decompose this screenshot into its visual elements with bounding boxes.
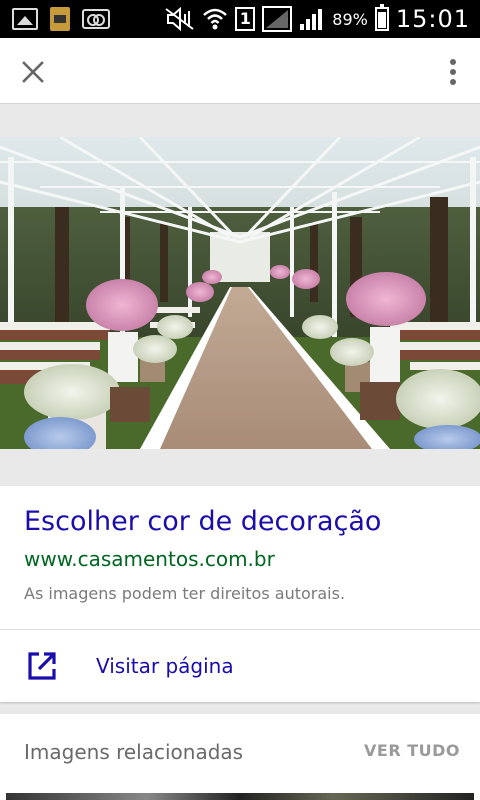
result-title[interactable]: Escolher cor de decoração [24,506,381,537]
image-notification-icon [12,8,38,30]
see-all-button[interactable]: VER TUDO [364,741,460,760]
related-images-card: Imagens relacionadas VER TUDO [0,714,480,800]
more-vert-icon [450,59,456,85]
result-image[interactable] [0,137,480,449]
result-url[interactable]: www.casamentos.com.br [24,547,275,571]
result-info-card: Escolher cor de decoração www.casamentos… [0,486,480,702]
wifi-icon [203,8,228,30]
battery-icon [374,4,389,31]
visit-page-button[interactable]: Visitar página [0,630,480,702]
more-options-button[interactable] [446,55,460,89]
open-in-new-icon [28,652,56,680]
mute-icon [165,7,194,31]
related-images-title: Imagens relacionadas [24,740,244,764]
clock: 15:01 [395,5,470,33]
visit-page-label: Visitar página [96,654,234,678]
related-thumbnails[interactable] [6,793,474,800]
sim-slot-indicator: 1 [235,7,256,31]
copyright-notice: As imagens podem ter direitos autorais. [24,584,346,603]
close-button[interactable] [16,55,50,89]
battery-percentage: 89% [332,9,368,29]
wedding-aisle-photo [0,137,480,449]
file-notification-icon [50,7,70,31]
status-bar: 1 89% 15:01 [0,0,480,38]
close-icon [22,61,44,83]
signal-icon-sim1 [262,6,293,32]
app-bar [0,38,480,104]
system-icons: 1 89% 15:01 [165,4,470,34]
voicemail-icon [82,9,110,29]
signal-icon-sim2 [300,9,323,30]
notification-icons [12,7,110,31]
